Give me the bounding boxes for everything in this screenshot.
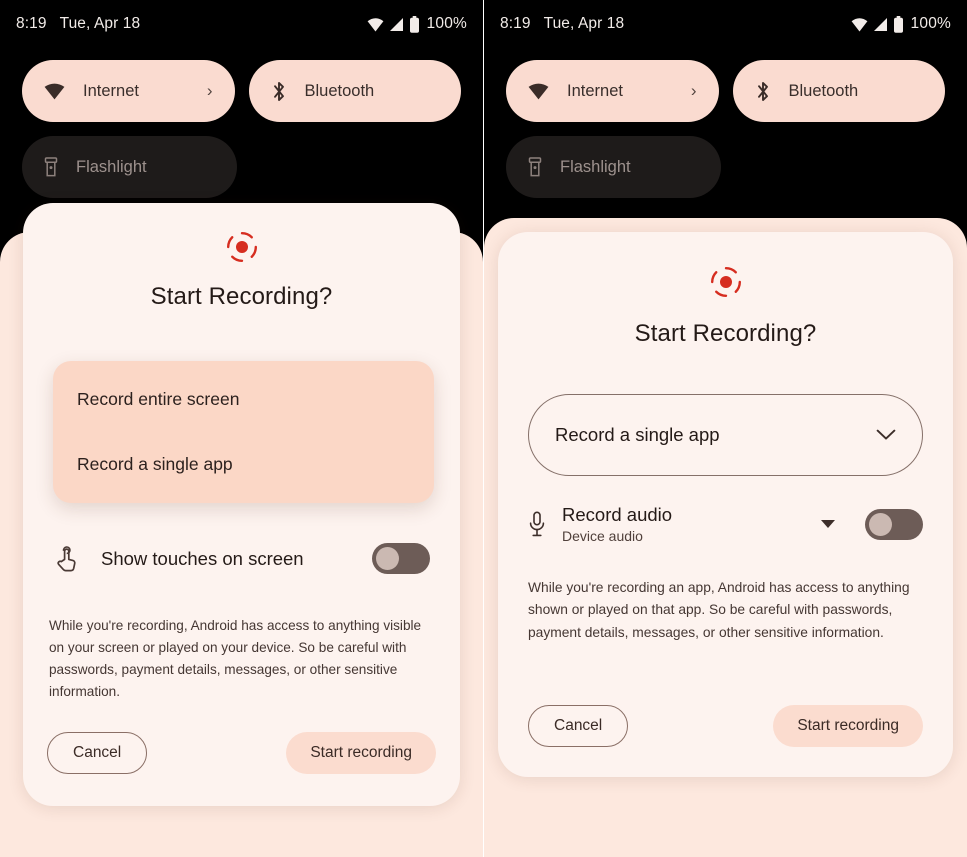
dialog-title: Start Recording?	[634, 320, 817, 347]
dialog-actions: Cancel Start recording	[47, 732, 436, 774]
recording-privacy-text: While you're recording, Android has acce…	[49, 618, 422, 700]
chevron-down-icon[interactable]	[876, 429, 896, 441]
chevron-right-icon[interactable]: ›	[691, 81, 697, 101]
cancel-button[interactable]: Cancel	[528, 705, 629, 747]
quick-settings-row-2: Flashlight	[22, 136, 461, 198]
toggle-knob	[869, 512, 892, 536]
screenshot-root: 8:19 Tue, Apr 18 100% Internet › Bluetoo…	[0, 0, 967, 857]
quick-tile-bluetooth[interactable]: Bluetooth	[732, 60, 945, 122]
bluetooth-icon	[271, 81, 287, 102]
quick-settings-tiles: Internet › Bluetooth Flashlight	[0, 60, 483, 198]
status-bar-right: 100%	[367, 15, 467, 33]
wifi-icon	[851, 17, 868, 32]
touch-gesture-icon	[55, 545, 79, 572]
screen-record-icon	[224, 229, 260, 265]
dropdown-option-record-single-app[interactable]: Record a single app	[53, 432, 434, 497]
battery-icon	[893, 15, 904, 33]
status-date: Tue, Apr 18	[59, 15, 141, 32]
record-audio-title: Record audio	[562, 504, 673, 525]
status-bar: 8:19 Tue, Apr 18 100%	[484, 0, 967, 48]
quick-tile-flashlight[interactable]: Flashlight	[506, 136, 721, 198]
quick-tile-label: Bluetooth	[788, 81, 859, 100]
flashlight-icon	[44, 157, 58, 177]
left-screen-panel: 8:19 Tue, Apr 18 100% Internet › Bluetoo…	[0, 0, 483, 857]
start-recording-button[interactable]: Start recording	[286, 732, 436, 774]
cancel-button[interactable]: Cancel	[47, 732, 148, 774]
status-date: Tue, Apr 18	[543, 15, 625, 32]
record-audio-texts: Record audio Device audio	[562, 504, 805, 544]
quick-settings-row-1: Internet › Bluetooth	[22, 60, 461, 122]
wifi-icon	[367, 17, 384, 32]
start-recording-dialog: Start Recording? Record a single app Rec…	[498, 232, 953, 777]
battery-percent-label: 100%	[426, 15, 467, 32]
dialog-actions: Cancel Start recording	[528, 705, 923, 747]
quick-settings-tiles: Internet › Bluetooth Flashlight	[484, 60, 967, 198]
record-audio-subtitle: Device audio	[562, 528, 643, 545]
cellular-signal-icon	[389, 17, 404, 32]
quick-tile-bluetooth[interactable]: Bluetooth	[248, 60, 461, 122]
recording-privacy-text: While you're recording an app, Android h…	[528, 580, 910, 640]
bluetooth-icon	[755, 81, 771, 102]
show-touches-label: Show touches on screen	[101, 547, 304, 569]
wifi-icon	[528, 83, 549, 100]
quick-tile-flashlight[interactable]: Flashlight	[22, 136, 237, 198]
caret-down-icon[interactable]	[821, 520, 835, 529]
quick-tile-label: Flashlight	[76, 157, 147, 176]
panel-divider	[483, 0, 484, 857]
status-bar-left: 8:19 Tue, Apr 18	[16, 15, 140, 33]
quick-tile-label: Bluetooth	[304, 81, 375, 100]
flashlight-icon	[528, 157, 542, 177]
screen-record-icon-wrap	[498, 232, 953, 300]
status-bar-right: 100%	[851, 15, 951, 33]
status-bar: 8:19 Tue, Apr 18 100%	[0, 0, 483, 48]
right-screen-panel: 8:19 Tue, Apr 18 100% Internet › Bluetoo…	[484, 0, 967, 857]
battery-percent-label: 100%	[910, 15, 951, 32]
record-mode-select[interactable]: Record a single app	[528, 394, 923, 476]
toggle-knob	[376, 547, 399, 570]
dialog-title: Start Recording?	[150, 283, 333, 310]
microphone-icon	[528, 511, 546, 537]
dropdown-option-record-entire-screen[interactable]: Record entire screen	[53, 367, 434, 432]
status-time: 8:19	[16, 15, 47, 32]
record-mode-dropdown-list[interactable]: Record entire screen Record a single app	[53, 361, 434, 503]
tile-row-spacer	[735, 136, 945, 198]
wifi-icon	[44, 83, 65, 100]
tile-row-spacer	[251, 136, 461, 198]
quick-tile-internet[interactable]: Internet ›	[22, 60, 235, 122]
cellular-signal-icon	[873, 17, 888, 32]
quick-tile-label: Flashlight	[560, 157, 631, 176]
record-mode-selected-value: Record a single app	[555, 424, 720, 445]
start-recording-button[interactable]: Start recording	[773, 705, 923, 747]
quick-settings-row-1: Internet › Bluetooth	[506, 60, 945, 122]
status-time: 8:19	[500, 15, 531, 32]
quick-tile-internet[interactable]: Internet ›	[506, 60, 719, 122]
status-bar-left: 8:19 Tue, Apr 18	[500, 15, 624, 33]
record-audio-toggle[interactable]	[865, 508, 923, 540]
quick-tile-label: Internet	[83, 81, 139, 100]
battery-icon	[409, 15, 420, 33]
chevron-right-icon[interactable]: ›	[207, 81, 213, 101]
quick-settings-row-2: Flashlight	[506, 136, 945, 198]
record-audio-row[interactable]: Record audio Device audio	[528, 504, 923, 544]
show-touches-row[interactable]: Show touches on screen	[55, 543, 430, 574]
screen-record-icon-wrap	[23, 203, 460, 265]
show-touches-toggle[interactable]	[372, 543, 430, 574]
quick-tile-label: Internet	[567, 81, 623, 100]
start-recording-dialog: Start Recording? Record entire screen Re…	[23, 203, 460, 806]
screen-record-icon	[708, 264, 744, 300]
